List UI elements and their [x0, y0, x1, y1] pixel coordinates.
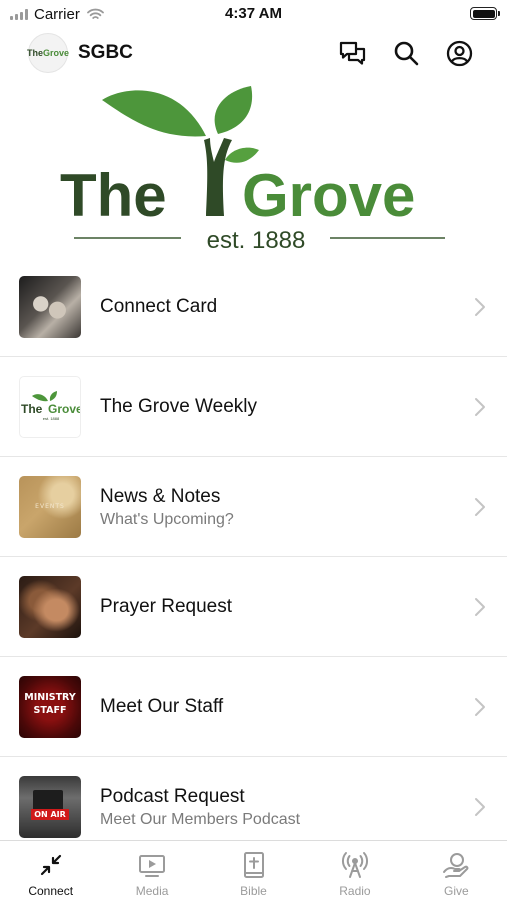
- tab-give[interactable]: Give: [406, 841, 507, 900]
- list-item-title: Meet Our Staff: [100, 696, 224, 717]
- app-header: The Grove SGBC: [0, 30, 507, 76]
- tab-label: Give: [443, 884, 469, 898]
- hands-photo-thumb: [19, 276, 81, 338]
- list-item-grove-weekly[interactable]: The Grove est. 1888 The Grove Weekly: [0, 357, 507, 457]
- banner-tagline: est. 1888: [207, 227, 306, 254]
- list-item-connect-card[interactable]: Connect Card: [0, 257, 507, 357]
- praying-hands-photo-thumb: [19, 576, 81, 638]
- chat-icon[interactable]: [337, 38, 367, 68]
- list-item-title: Podcast Request: [100, 786, 245, 807]
- thumb-tagline: est. 1888: [43, 416, 60, 421]
- bible-icon: [243, 852, 264, 878]
- tab-label: Connect: [28, 884, 74, 898]
- small-leaf-icon: [214, 86, 253, 134]
- tab-radio[interactable]: Radio: [304, 841, 405, 900]
- chevron-right-icon: [475, 498, 485, 516]
- thumb-word-grove: Grove: [48, 402, 81, 416]
- list-item-subtitle: What's Upcoming?: [100, 511, 234, 528]
- grove-logo-banner: The Grove est. 1888: [60, 86, 445, 254]
- list-item-title: News & Notes: [100, 486, 221, 507]
- events-photo-thumb: EVENTS: [19, 476, 81, 538]
- events-thumb-text: EVENTS: [35, 503, 65, 510]
- tree-trunk-icon: [204, 138, 232, 216]
- media-icon: [139, 855, 166, 877]
- chevron-right-icon: [475, 398, 485, 416]
- search-icon[interactable]: [391, 38, 421, 68]
- ministry-thumb-line1: MINISTRY: [24, 692, 76, 703]
- tab-label: Bible: [240, 884, 267, 898]
- battery-icon: [470, 7, 500, 20]
- thumb-word-the: The: [21, 402, 43, 416]
- list-item-title: Prayer Request: [100, 596, 233, 617]
- list-item-subtitle: Meet Our Members Podcast: [100, 811, 301, 828]
- tab-label: Radio: [339, 884, 371, 898]
- tab-media[interactable]: Media: [101, 841, 202, 900]
- list-item-title: Connect Card: [100, 296, 218, 317]
- banner-word-the: The: [60, 162, 167, 229]
- tab-label: Media: [135, 884, 169, 898]
- large-leaf-icon: [102, 90, 206, 137]
- tab-connect[interactable]: Connect: [0, 841, 101, 900]
- tab-bible[interactable]: Bible: [203, 841, 304, 900]
- list-item-news-notes[interactable]: EVENTS News & Notes What's Upcoming?: [0, 457, 507, 557]
- give-icon: [443, 853, 469, 878]
- chevron-right-icon: [475, 298, 485, 316]
- ministry-staff-thumb: MINISTRY STAFF: [19, 676, 81, 738]
- list-item-title: The Grove Weekly: [100, 396, 257, 417]
- tab-bar: Connect Media Bible Radio Give: [0, 840, 507, 900]
- list-item-prayer-request[interactable]: Prayer Request: [0, 557, 507, 657]
- banner-word-grove: Grove: [242, 162, 415, 229]
- chevron-right-icon: [475, 798, 485, 816]
- app-logo-the: The: [26, 48, 43, 58]
- status-bar: Carrier 4:37 AM: [0, 0, 507, 30]
- app-logo[interactable]: The Grove: [26, 33, 70, 73]
- status-time: 4:37 AM: [225, 5, 282, 22]
- chevron-right-icon: [475, 698, 485, 716]
- list-item-meet-staff[interactable]: MINISTRY STAFF Meet Our Staff: [0, 657, 507, 757]
- app-logo-grove: Grove: [43, 48, 70, 58]
- on-air-photo-thumb: ON AIR: [19, 776, 81, 838]
- grove-logo-thumb: The Grove est. 1888: [19, 376, 81, 438]
- grove-banner: The Grove est. 1888: [0, 78, 507, 258]
- radio-icon: [341, 852, 368, 878]
- ministry-thumb-line2: STAFF: [33, 705, 67, 716]
- on-air-thumb-text: ON AIR: [31, 809, 69, 820]
- content-list: Connect Card The Grove est. 1888 The Gro…: [0, 257, 507, 857]
- chevron-right-icon: [475, 598, 485, 616]
- app-title: SGBC: [78, 42, 133, 63]
- connect-icon: [40, 854, 61, 876]
- profile-icon[interactable]: [444, 38, 474, 68]
- sprout-leaf-icon: [225, 147, 259, 163]
